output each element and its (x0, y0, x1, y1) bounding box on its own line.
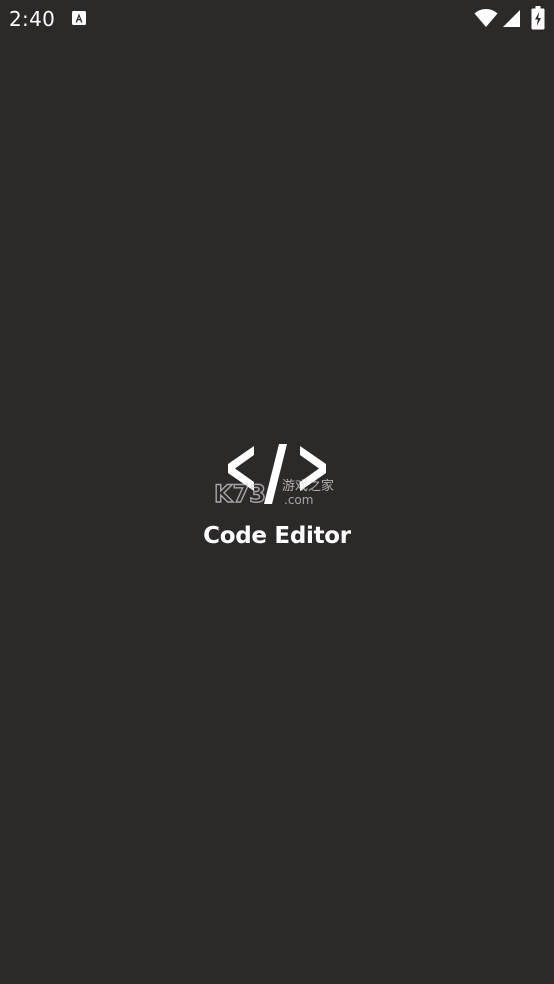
app-title: Code Editor (203, 523, 351, 549)
splash-content: K73 游戏之家 .com Code Editor (0, 440, 554, 570)
signal-icon (503, 10, 520, 27)
status-bar: 2:40 (0, 0, 554, 38)
a-box-icon (72, 11, 86, 25)
battery-charging-icon (531, 6, 545, 30)
svg-text:游戏之家: 游戏之家 (282, 478, 334, 494)
svg-text:.com: .com (284, 493, 313, 507)
watermark-logo: K73 游戏之家 .com (214, 478, 334, 508)
splash-screen: 2:40 K73 游戏之家 .com Code Editor (0, 0, 554, 984)
wifi-icon (474, 9, 498, 27)
svg-text:K73: K73 (214, 480, 266, 508)
status-time: 2:40 (9, 7, 56, 31)
